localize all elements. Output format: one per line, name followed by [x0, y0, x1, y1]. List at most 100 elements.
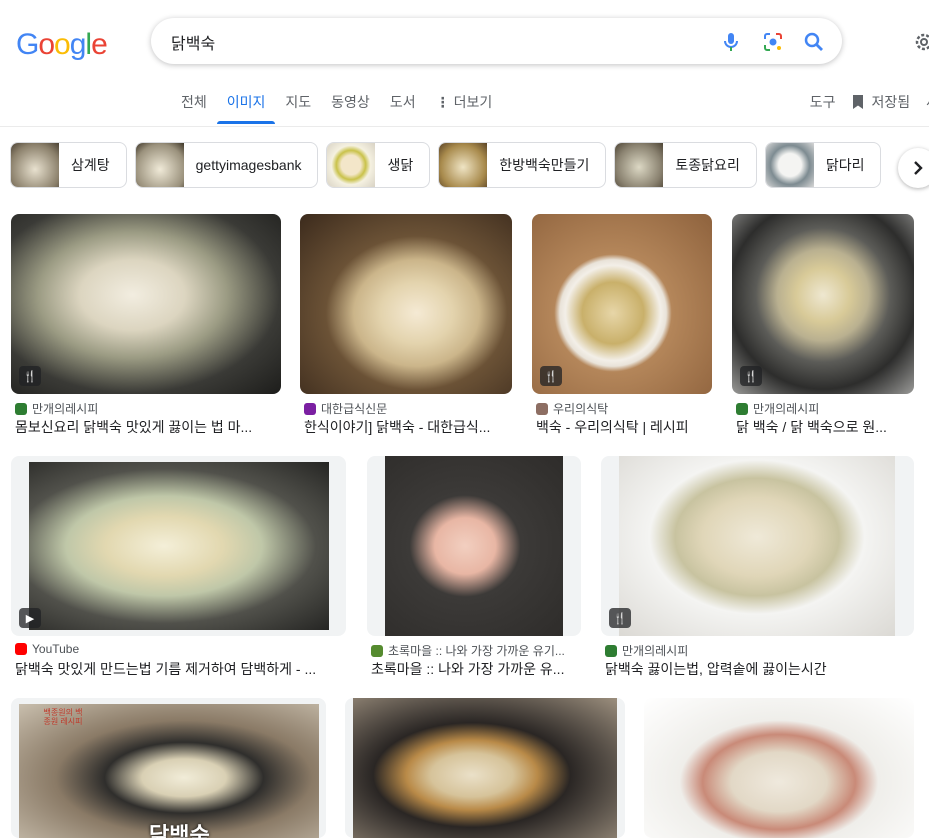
chip-thumb — [765, 143, 814, 187]
chip-raw-chicken[interactable]: 생닭 — [326, 142, 431, 188]
chip-thumb — [11, 143, 59, 187]
raw-chicken-photo — [385, 456, 563, 636]
chip-label: gettyimagesbank — [195, 157, 302, 173]
tab-all[interactable]: 전체 — [171, 92, 217, 124]
image-result[interactable]: 🍴 만개의레시피 몸보신요리 닭백숙 맛있게 끓이는 법 마... — [11, 214, 281, 436]
result-source[interactable]: 대한급식신문 — [304, 400, 508, 417]
result-source-label: 우리의식탁 — [553, 402, 609, 416]
result-source[interactable]: 만개의레시피 — [736, 400, 910, 417]
chip-thumb — [135, 143, 184, 187]
tab-videos-label: 동영상 — [331, 94, 370, 110]
result-source-label: 대한급식신문 — [321, 402, 388, 416]
chip-thumb — [439, 143, 488, 187]
result-source[interactable]: 우리의식탁 — [536, 400, 708, 417]
result-source-label: 만개의레시피 — [753, 402, 820, 416]
result-source[interactable]: YouTube — [15, 642, 342, 656]
tab-more[interactable]: ⋮ 더보기 — [426, 92, 503, 124]
result-title[interactable]: 닭백숙 맛있게 만드는법 기름 제거하여 담백하게 - ... — [15, 659, 342, 679]
search-input[interactable] — [169, 27, 693, 57]
search-box — [151, 18, 842, 64]
image-result[interactable] — [644, 698, 914, 838]
result-title[interactable]: 닭백숙 끓이는법, 압력솥에 끓이는시간 — [605, 659, 910, 679]
result-image — [345, 698, 625, 838]
image-result[interactable]: 🍴 만개의레시피 닭백숙 끓이는법, 압력솥에 끓이는시간 — [601, 456, 914, 678]
thumbnail-caption: 닭백숙 — [149, 823, 210, 838]
recipe-icon: 🍴 — [540, 366, 562, 386]
chip-tojongdak[interactable]: 토종닭요리 — [614, 142, 757, 188]
youtube-thumbnail — [29, 462, 329, 630]
result-image: ▶ — [11, 456, 346, 636]
result-title[interactable]: 한식이야기] 닭백숙 - 대한급식... — [304, 417, 508, 437]
result-title[interactable]: 닭 백숙 / 닭 백숙으로 원... — [736, 417, 910, 437]
tab-more-label: 더보기 — [453, 94, 493, 110]
source-favicon-icon — [371, 644, 383, 657]
image-result[interactable] — [345, 698, 625, 838]
chip-label: 생닭 — [387, 157, 414, 173]
image-result[interactable]: ▶ YouTube 닭백숙 맛있게 만드는법 기름 제거하여 담백하게 - ..… — [11, 456, 346, 678]
settings-gear-icon[interactable] — [912, 30, 929, 54]
chip-label: 삼계탕 — [71, 157, 110, 173]
image-result[interactable]: 🍴 만개의레시피 닭 백숙 / 닭 백숙으로 원... — [732, 214, 914, 436]
tools-label: 도구 — [809, 94, 836, 110]
chip-hanbang[interactable]: 한방백숙만들기 — [438, 142, 607, 188]
related-chips: 삼계탕 gettyimagesbank 생닭 한방백숙만들기 토종닭요리 닭다리 — [10, 142, 882, 188]
image-result[interactable]: 🍴 우리의식탁 백숙 - 우리의식탁 | 레시피 — [532, 214, 712, 436]
saved-button[interactable]: 저장됨 — [851, 92, 910, 112]
microphone-icon[interactable] — [719, 30, 743, 54]
result-source-label: 만개의레시피 — [622, 644, 689, 658]
chip-gettyimagesbank[interactable]: gettyimagesbank — [134, 142, 319, 188]
result-source[interactable]: 만개의레시피 — [605, 642, 910, 659]
chip-label: 한방백숙만들기 — [499, 157, 590, 173]
result-image — [367, 456, 581, 636]
chip-drumstick[interactable]: 닭다리 — [764, 142, 882, 188]
source-favicon-icon — [536, 402, 548, 415]
chip-label: 토종닭요리 — [675, 157, 740, 173]
saved-label: 저장됨 — [871, 94, 911, 110]
tab-maps[interactable]: 지도 — [275, 92, 321, 124]
chip-thumb — [327, 143, 376, 187]
tab-books-label: 도서 — [389, 94, 416, 110]
chip-label: 닭다리 — [825, 157, 865, 173]
result-title[interactable]: 초록마을 :: 나와 가장 가까운 유... — [371, 659, 577, 679]
result-image: 🍴 — [11, 214, 281, 394]
tab-images-label: 이미지 — [226, 94, 266, 110]
header: Google 전체 이미지 지도 동영상 도서 ⋮더보기 도구 저장됨 세 — [0, 0, 929, 127]
chicken-bowl-photo — [619, 456, 895, 636]
image-result[interactable]: 백종원의 백종원 레시피 닭백숙 — [11, 698, 326, 838]
result-image: 🍴 — [732, 214, 914, 394]
image-result[interactable]: 대한급식신문 한식이야기] 닭백숙 - 대한급식... — [300, 214, 512, 436]
source-favicon-icon — [304, 402, 316, 415]
more-dots-icon: ⋮ — [435, 94, 450, 110]
result-source-label: 초록마을 :: 나와 가장 가까운 유기... — [388, 644, 565, 658]
result-source[interactable]: 만개의레시피 — [15, 400, 277, 417]
source-favicon-icon — [15, 402, 27, 415]
tab-videos[interactable]: 동영상 — [321, 92, 380, 124]
source-favicon-icon — [605, 644, 617, 657]
tools-button[interactable]: 도구 — [810, 92, 836, 112]
recipe-icon: 🍴 — [19, 366, 41, 386]
search-tabs: 전체 이미지 지도 동영상 도서 ⋮ 더보기 — [171, 92, 502, 126]
chip-thumb — [615, 143, 664, 187]
result-source-label: 만개의레시피 — [32, 402, 99, 416]
chip-samgyetang[interactable]: 삼계탕 — [10, 142, 127, 188]
search-icon[interactable] — [802, 30, 826, 54]
result-title[interactable]: 몸보신요리 닭백숙 맛있게 끓이는 법 마... — [15, 417, 277, 437]
result-image — [644, 698, 914, 838]
result-source[interactable]: 초록마을 :: 나와 가장 가까운 유기... — [371, 642, 577, 659]
video-thumbnail: 백종원의 백종원 레시피 닭백숙 — [19, 704, 319, 838]
tab-all-label: 전체 — [181, 94, 207, 110]
bookmark-icon — [853, 95, 864, 109]
google-logo[interactable]: Google — [16, 28, 108, 62]
tab-maps-label: 지도 — [285, 94, 312, 110]
image-result[interactable]: 초록마을 :: 나와 가장 가까운 유기... 초록마을 :: 나와 가장 가까… — [367, 456, 581, 678]
video-play-icon: ▶ — [19, 608, 41, 628]
recipe-icon: 🍴 — [740, 366, 762, 386]
camera-lens-icon[interactable] — [761, 30, 785, 54]
source-favicon-icon — [15, 643, 27, 655]
thumbnail-label: 백종원의 백종원 레시피 — [43, 708, 83, 726]
result-title[interactable]: 백숙 - 우리의식탁 | 레시피 — [536, 417, 708, 437]
tab-images[interactable]: 이미지 — [216, 92, 276, 124]
result-image: 🍴 — [601, 456, 914, 636]
chips-next-button[interactable] — [898, 148, 929, 188]
tab-books[interactable]: 도서 — [380, 92, 426, 124]
